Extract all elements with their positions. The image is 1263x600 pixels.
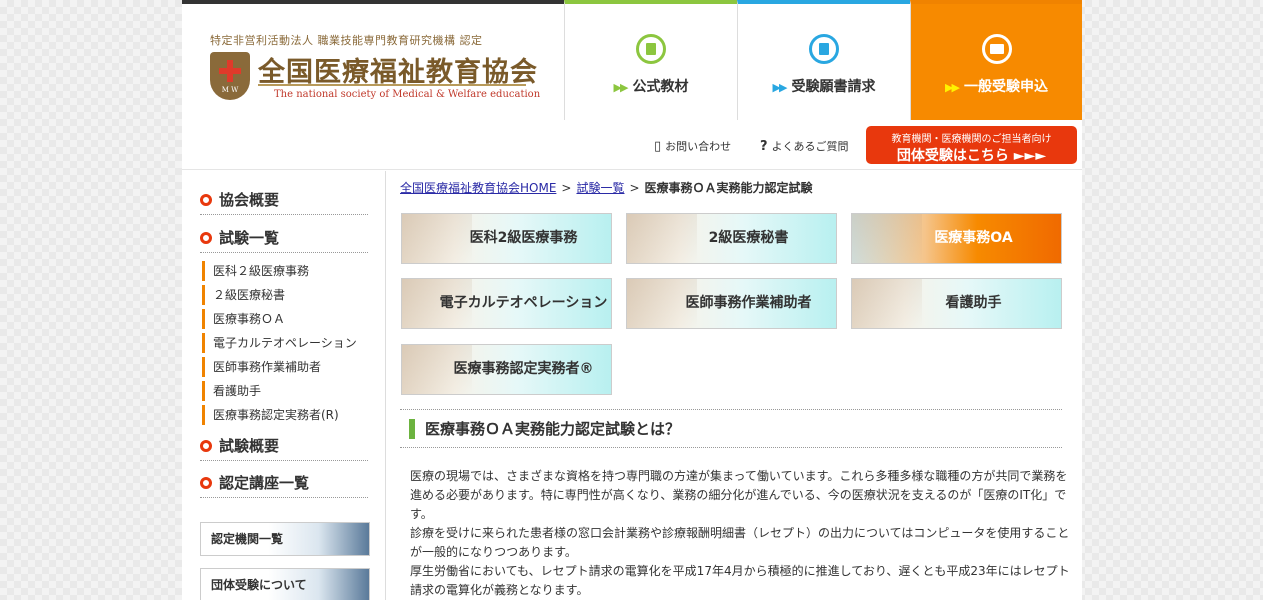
exam-button-label: 医療事務認定実務者® (453, 361, 594, 377)
exam-button-label: 看護助手 (945, 295, 1002, 311)
book-icon (636, 34, 666, 64)
document-icon (809, 34, 839, 64)
logo-link[interactable]: 特定非営利活動法人 職業技能専門教育研究機構 認定 M W 全国医療福祉教育協会… (182, 0, 564, 120)
nav-general-application[interactable]: ▶▶ 一般受験申込 (910, 0, 1082, 120)
sidebar-item-outline[interactable]: 試験概要 (200, 435, 368, 461)
sidebar-item-label: 認定講座一覧 (219, 474, 310, 492)
intro-paragraph: 医療の現場では、さまざまな資格を持つ専門職の方達が集まって働いています。これら多… (410, 469, 1068, 521)
contact-link[interactable]: ▯ お問い合わせ (654, 138, 731, 154)
sidebar-exam-item[interactable]: 医科２級医療事務 (202, 261, 368, 281)
section-divider (400, 409, 1062, 410)
intro-paragraph: 診療を受けに来られた患者様の窓口会計業務や診療報酬明細書（レセプト）の出力につい… (410, 526, 1070, 559)
nav-label: 受験願書請求 (791, 79, 876, 95)
nav-application-request[interactable]: ▶▶ 受験願書請求 (737, 0, 910, 120)
sidebar-item-exams[interactable]: 試験一覧 (200, 227, 368, 253)
circle-bullet-icon (200, 440, 212, 452)
arrow-icon: ▶▶ (945, 81, 960, 94)
breadcrumb-separator: > (561, 181, 572, 195)
exam-button-oa[interactable]: 医療事務OA (851, 213, 1062, 264)
breadcrumb-current: 医療事務ＯＡ実務能力認定試験 (644, 181, 813, 195)
breadcrumb-list-link[interactable]: 試験一覧 (576, 181, 624, 195)
faq-link[interactable]: ? よくあるご質問 (760, 138, 849, 154)
certified-institutions-banner[interactable]: 認定機関一覧 (200, 522, 370, 556)
main-content: 全国医療福祉教育協会HOME > 試験一覧 > 医療事務ＯＡ実務能力認定試験 医科2級医… (387, 171, 1082, 600)
logo-underline (258, 84, 526, 86)
sidebar: 協会概要 試験一覧 医科２級医療事務 ２級医療秘書 医療事務ＯＡ 電子カルテオペ… (182, 171, 386, 600)
page: 特定非営利活動法人 職業技能専門教育研究機構 認定 M W 全国医療福祉教育協会… (182, 0, 1082, 600)
nav-official-materials[interactable]: ▶▶ 公式教材 (564, 0, 737, 120)
sidebar-item-label: 試験一覧 (219, 229, 280, 247)
exam-button-ekarte[interactable]: 電子カルテオペレーション (401, 278, 612, 329)
sidebar-exam-item[interactable]: 医療事務認定実務者(R) (202, 405, 368, 425)
arrow-icon: ▶▶ (772, 81, 788, 94)
sidebar-item-label: 協会概要 (219, 191, 280, 209)
contact-label: お問い合わせ (665, 140, 732, 153)
breadcrumb-home-link[interactable]: 全国医療福祉教育協会HOME (400, 181, 556, 195)
intro-paragraph: 厚生労働省においても、レセプト請求の電算化を平成17年4月から積極的に推進してお… (410, 564, 1070, 597)
nav-label: 公式教材 (632, 79, 689, 95)
circle-bullet-icon (200, 232, 212, 244)
exam-button-label: 2級医療秘書 (708, 230, 789, 246)
exam-button-label: 医師事務作業補助者 (685, 295, 812, 311)
sidebar-item-about[interactable]: 協会概要 (200, 189, 368, 215)
circle-bullet-icon (200, 477, 212, 489)
logo-emblem-letters: M W (221, 86, 239, 94)
section-heading: 医療事務ＯＡ実務能力認定試験とは？ (409, 419, 680, 439)
sidebar-item-courses[interactable]: 認定講座一覧 (200, 472, 368, 498)
group-exam-subtitle: 教育機関・医療機関のご担当者向け (891, 134, 1052, 145)
question-icon: ? (760, 139, 768, 154)
exam-button-medical-2[interactable]: 医科2級医療事務 (401, 213, 612, 264)
utility-bar: ▯ お問い合わせ ? よくあるご質問 教育機関・医療機関のご担当者向け 団体受験はこ… (182, 120, 1082, 170)
nav-label: 一般受験申込 (963, 79, 1048, 95)
exam-button-label: 医療事務OA (934, 230, 1013, 246)
site-header: 特定非営利活動法人 職業技能専門教育研究機構 認定 M W 全国医療福祉教育協会… (182, 0, 1082, 120)
circle-bullet-icon (200, 194, 212, 206)
exam-button-label: 電子カルテオペレーション (439, 295, 608, 311)
logo-subtitle: 特定非営利活動法人 職業技能専門教育研究機構 認定 (210, 34, 483, 47)
sidebar-item-label: 試験概要 (219, 437, 280, 455)
sidebar-exam-item[interactable]: 電子カルテオペレーション (202, 333, 368, 353)
exam-button-label: 医科2級医療事務 (469, 230, 578, 246)
faq-label: よくあるご質問 (771, 140, 849, 153)
sidebar-exam-item[interactable]: 看護助手 (202, 381, 368, 401)
exam-button-nursing-assistant[interactable]: 看護助手 (851, 278, 1062, 329)
arrow-icon: ▶▶ (613, 81, 629, 94)
monitor-icon (982, 34, 1012, 64)
logo-english: The national society of Medical & Welfar… (274, 89, 541, 100)
section-divider (400, 447, 1062, 448)
breadcrumb-separator: > (629, 181, 640, 195)
sidebar-exam-item[interactable]: 医療事務ＯＡ (202, 309, 368, 329)
exam-button-doctor-assistant[interactable]: 医師事務作業補助者 (626, 278, 837, 329)
breadcrumb: 全国医療福祉教育協会HOME > 試験一覧 > 医療事務ＯＡ実務能力認定試験 (400, 179, 813, 196)
group-exam-title: 団体受験はこちら ►►► (896, 148, 1047, 164)
exam-button-certified-practitioner[interactable]: 医療事務認定実務者® (401, 344, 612, 395)
exam-button-secretary-2[interactable]: 2級医療秘書 (626, 213, 837, 264)
phone-icon: ▯ (654, 139, 662, 154)
logo-emblem-icon: M W (210, 52, 250, 100)
sidebar-exam-item[interactable]: ２級医療秘書 (202, 285, 368, 305)
group-exam-button[interactable]: 教育機関・医療機関のご担当者向け 団体受験はこちら ►►► (866, 126, 1077, 164)
sidebar-exam-item[interactable]: 医師事務作業補助者 (202, 357, 368, 377)
group-exam-banner[interactable]: 団体受験について (200, 568, 370, 600)
